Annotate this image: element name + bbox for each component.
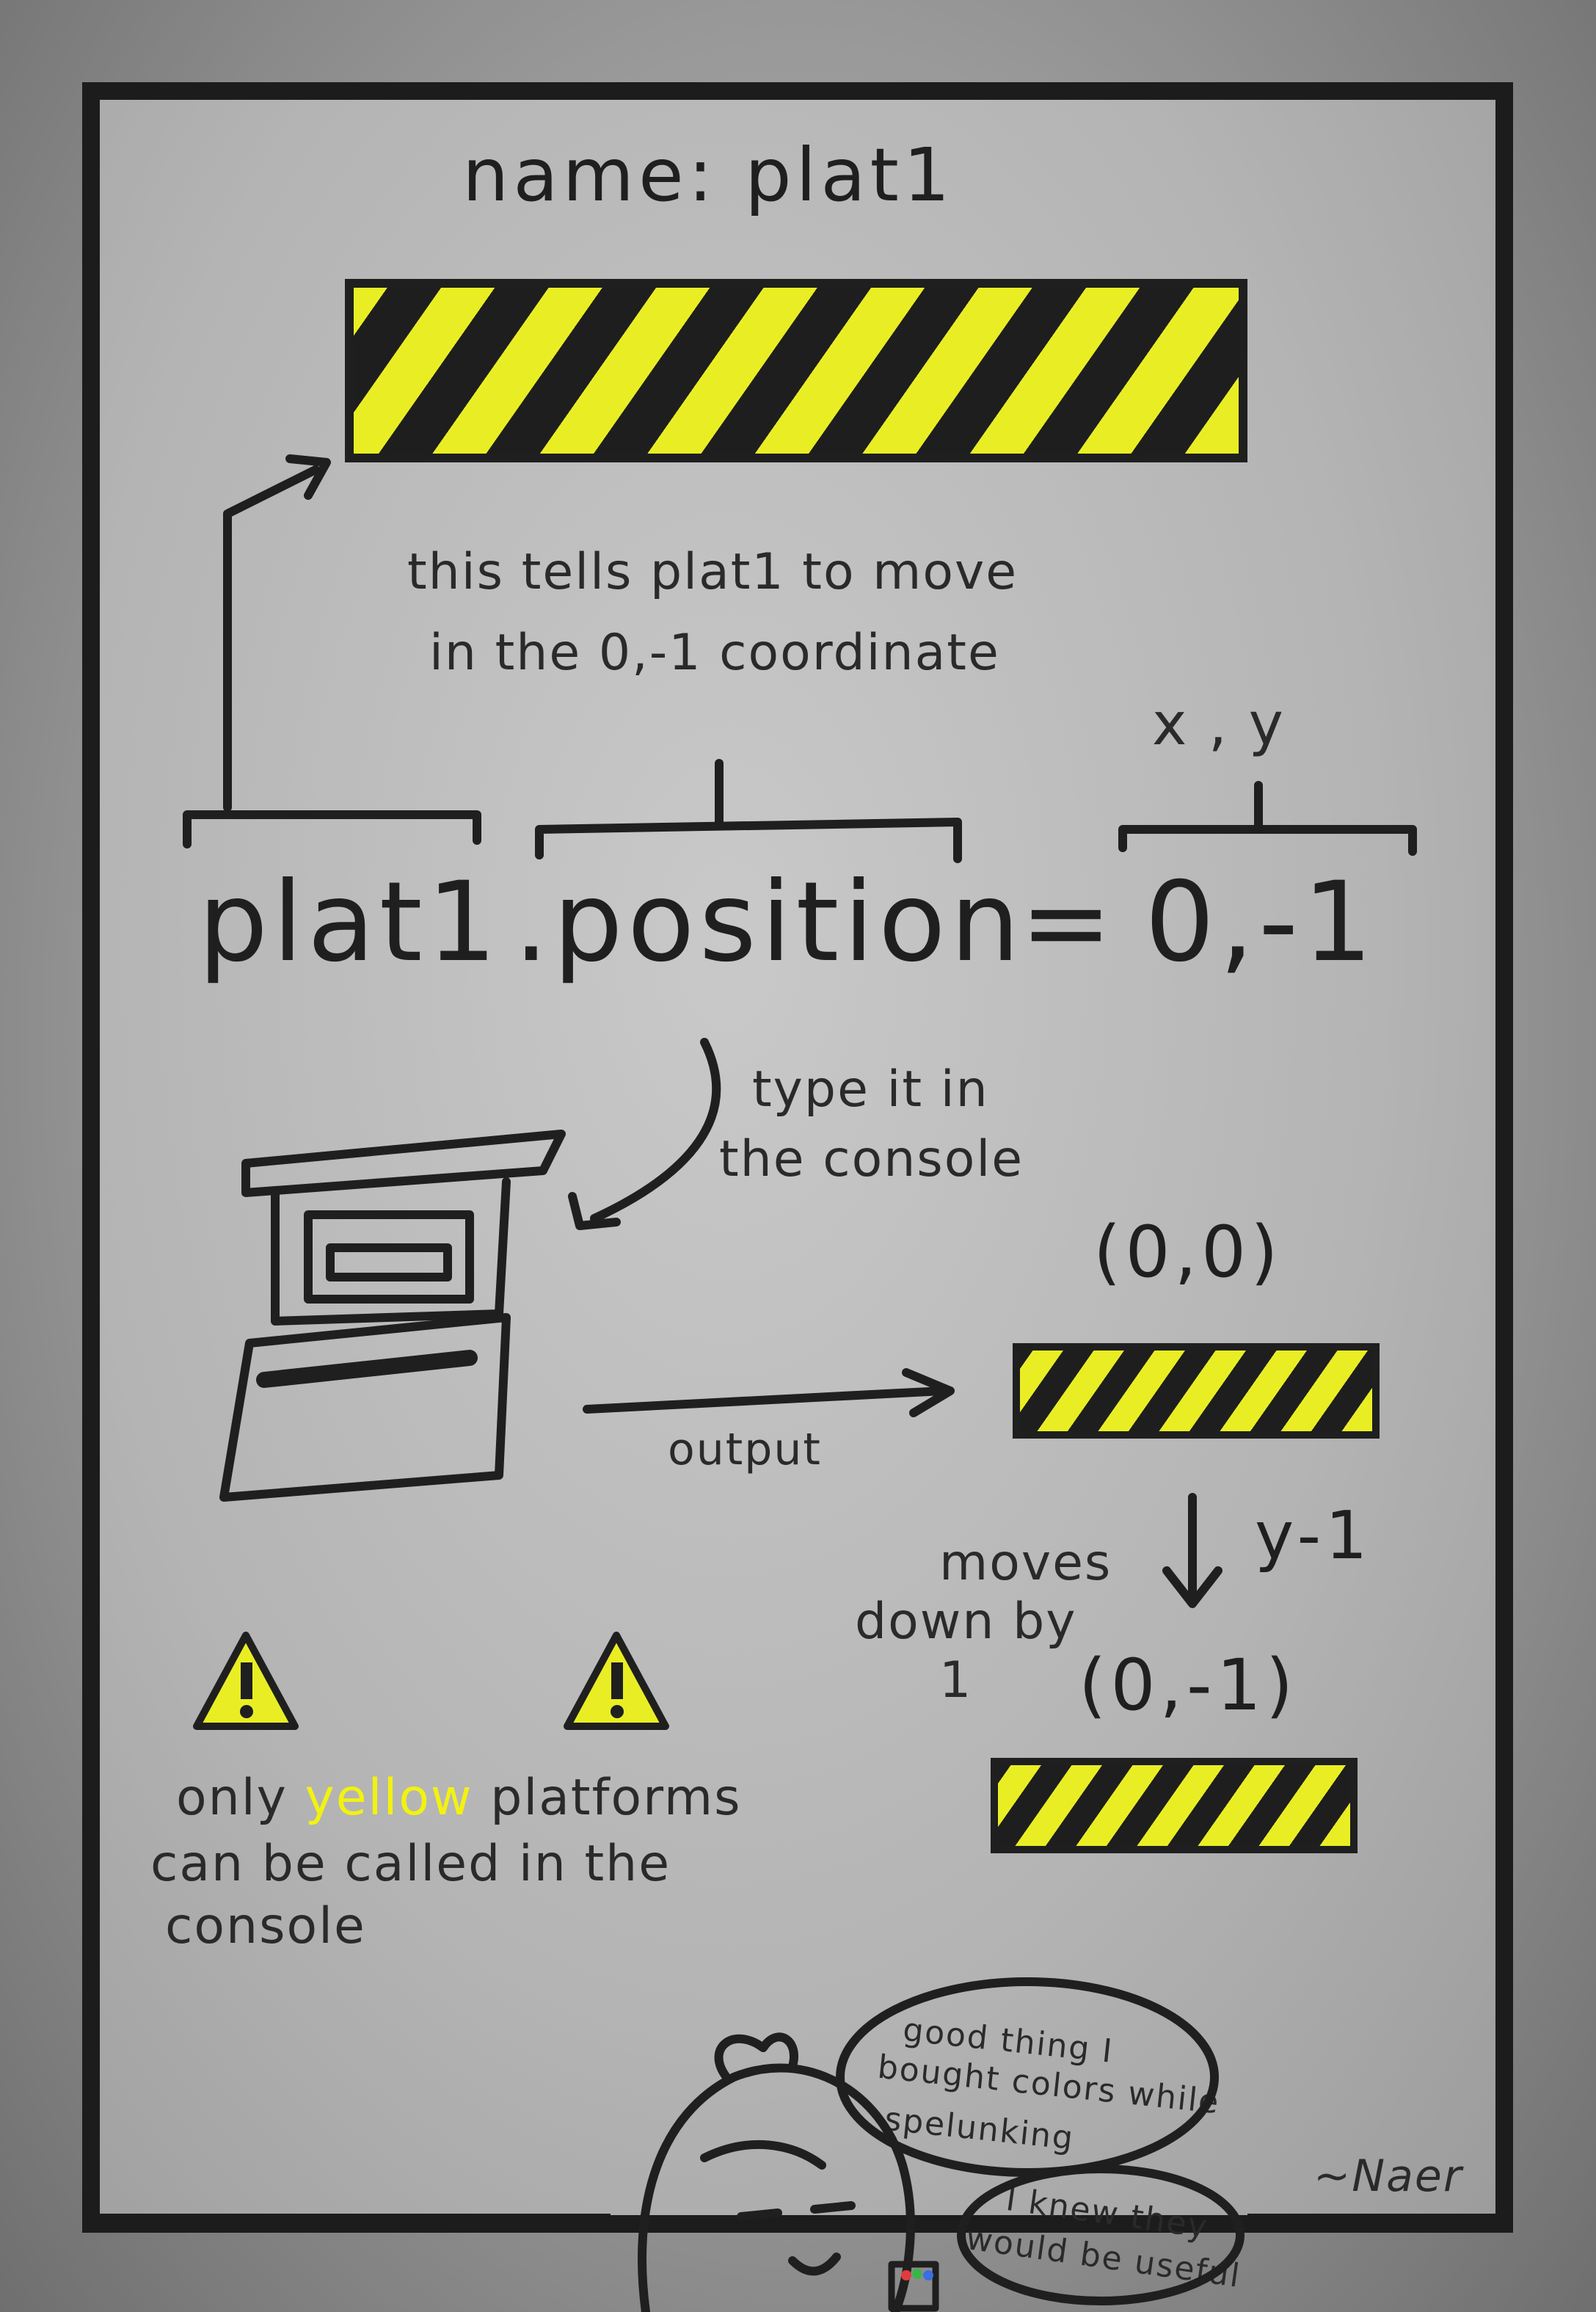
- character-mouth: [788, 2253, 841, 2276]
- color-dot-green: [912, 2269, 922, 2279]
- speech-bubble-2: [957, 2164, 1245, 2305]
- console-screen-inner: [326, 1243, 452, 1282]
- bracket-value: [1118, 825, 1417, 856]
- curved-arrow: [590, 1038, 721, 1223]
- character-bangs: [700, 2140, 826, 2170]
- color-dot-red: [901, 2270, 911, 2280]
- character-head: [638, 2063, 915, 2312]
- frame-bottom-left: [82, 2214, 611, 2231]
- line-art: [82, 454, 1513, 2312]
- console-top: [241, 1130, 566, 1197]
- color-dot-blue: [923, 2270, 933, 2280]
- console-base: [219, 1313, 511, 1502]
- bracket-object: [183, 810, 481, 848]
- arrow-to-platform: [223, 465, 320, 812]
- console-slot: [256, 1350, 478, 1388]
- character-eye-left: [737, 2209, 782, 2221]
- frame-bottom-right: [1247, 2214, 1513, 2231]
- character-eye-right: [810, 2201, 856, 2214]
- bracket-property: [535, 818, 962, 863]
- output-arrow: [583, 1386, 947, 1414]
